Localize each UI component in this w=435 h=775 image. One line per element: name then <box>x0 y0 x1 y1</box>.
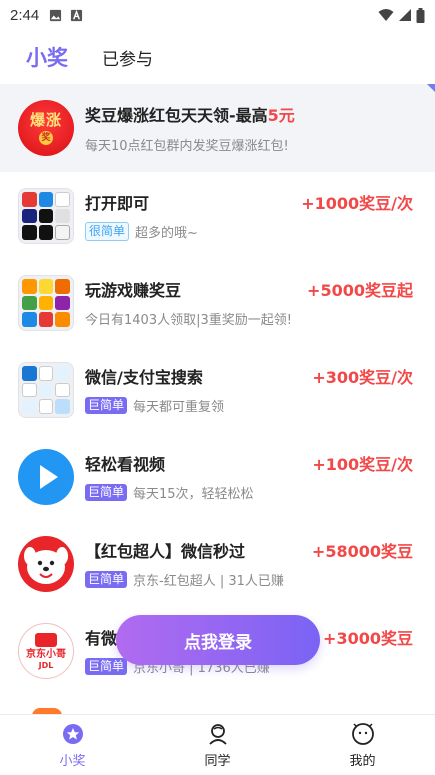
task-reward: +3000奖豆 <box>323 629 413 648</box>
difficulty-badge: 巨简单 <box>85 397 128 414</box>
task-reward: +5000奖豆起 <box>307 281 413 300</box>
nav-label: 小奖 <box>59 753 86 769</box>
task-reward: +100奖豆/次 <box>312 455 413 474</box>
promo-banner[interactable]: 爆涨 奖 奖豆爆涨红包天天领-最高5元 每天10点红包群内发奖豆爆涨红包! <box>0 84 435 172</box>
task-reward: +58000奖豆 <box>311 542 413 561</box>
nav-item-classmates[interactable]: 同学 <box>145 715 290 775</box>
task-desc: 每天15次，轻轻松松 <box>133 487 254 502</box>
task-title: 【红包超人】微信秒过 <box>85 542 246 561</box>
banner-title-text: 奖豆爆涨红包天天领-最高 <box>85 106 268 125</box>
banner-corner-marker <box>427 84 435 92</box>
jd-courier-icon: 京东小哥 JDL <box>18 623 74 679</box>
task-title: 轻松看视频 <box>85 455 166 474</box>
nav-label: 我的 <box>349 753 376 769</box>
nav-item-mine[interactable]: 我的 <box>290 715 435 775</box>
task-item-search[interactable]: 微信/支付宝搜索 +300奖豆/次 巨简单 每天都可重复领 <box>0 346 435 434</box>
jd-dog-icon <box>18 536 74 592</box>
task-item-red-packet[interactable]: 【红包超人】微信秒过 +58000奖豆 巨简单 京东-红包超人 | 31人已赚 <box>0 520 435 608</box>
tab-joined[interactable]: 已参与 <box>102 45 153 70</box>
image-notification-icon <box>50 9 62 21</box>
nav-label: 同学 <box>204 753 231 769</box>
task-reward: +300奖豆/次 <box>312 368 413 387</box>
task-title: 有微 <box>85 629 118 648</box>
bottom-nav: 小奖 同学 我的 <box>0 714 435 775</box>
banner-title-highlight: 5元 <box>267 106 295 125</box>
status-time: 2:44 <box>10 6 40 24</box>
app-grid-icon <box>18 188 74 244</box>
wifi-icon <box>378 9 394 21</box>
baozhang-logo-icon: 爆涨 奖 <box>18 100 74 156</box>
task-reward: +1000奖豆/次 <box>301 194 413 213</box>
task-title: 玩游戏赚奖豆 <box>85 281 182 300</box>
task-item-games[interactable]: 玩游戏赚奖豆 +5000奖豆起 今日有1403人领取|3重奖励一起领! <box>0 259 435 347</box>
search-grid-icon <box>18 362 74 418</box>
face-icon <box>351 722 374 745</box>
game-grid-icon <box>18 275 74 331</box>
task-desc: 京东-红包超人 | 31人已赚 <box>133 574 284 589</box>
app-notification-icon <box>71 9 83 21</box>
courier-icon-subtext: JDL <box>38 660 54 670</box>
difficulty-badge: 很简单 <box>85 222 130 241</box>
difficulty-badge: 巨简单 <box>85 484 128 501</box>
star-badge-icon <box>62 723 83 744</box>
nav-item-xiaojiang[interactable]: 小奖 <box>0 715 145 775</box>
login-button[interactable]: 点我登录 <box>116 615 320 665</box>
banner-desc: 每天10点红包群内发奖豆爆涨红包! <box>85 139 289 154</box>
classmate-icon <box>208 723 227 745</box>
play-icon <box>18 449 74 505</box>
task-title: 打开即可 <box>85 194 150 213</box>
difficulty-badge: 巨简单 <box>85 571 128 588</box>
battery-icon <box>416 7 425 23</box>
logo-coin: 奖 <box>39 130 53 145</box>
task-item-video[interactable]: 轻松看视频 +100奖豆/次 巨简单 每天15次，轻轻松松 <box>0 433 435 521</box>
difficulty-badge: 巨简单 <box>85 658 128 675</box>
task-desc: 每天都可重复领 <box>133 400 225 415</box>
top-tabs: 小奖 已参与 <box>0 32 435 82</box>
banner-title: 奖豆爆涨红包天天领-最高5元 <box>85 102 295 126</box>
task-item-open-app[interactable]: 打开即可 +1000奖豆/次 很简单 超多的哦~ <box>0 172 435 260</box>
courier-icon-text: 京东小哥 <box>26 648 66 660</box>
task-desc: 今日有1403人领取|3重奖励一起领! <box>85 313 292 328</box>
tab-xiaojiang[interactable]: 小奖 <box>26 42 68 72</box>
status-bar: 2:44 <box>0 0 435 30</box>
signal-icon <box>399 9 411 21</box>
task-desc: 超多的哦~ <box>135 226 198 241</box>
logo-text: 爆涨 <box>29 110 62 129</box>
task-title: 微信/支付宝搜索 <box>85 368 203 387</box>
